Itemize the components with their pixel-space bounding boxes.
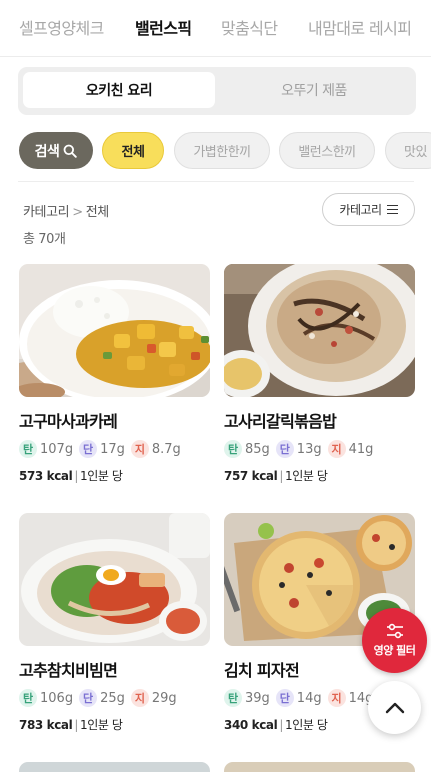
category-button-label: 카테고리 (339, 203, 382, 217)
recipe-title[interactable]: 고사리갈릭볶음밥 (224, 408, 415, 432)
top-tab-bar: 셀프영양체크 밸런스픽 맞춤식단 내맘대로 레시피 (0, 0, 431, 57)
tab-my-recipe[interactable]: 내맘대로 레시피 (308, 15, 412, 39)
calorie-info: 757 kcal | 1인분 당 (224, 469, 328, 483)
search-chip[interactable]: 검색 (19, 132, 93, 169)
segment-okitchen-recipes[interactable]: 오키친 요리 (23, 72, 215, 108)
fat-value: 8.7g (151, 441, 181, 457)
tab-self-nutrition-check[interactable]: 셀프영양체크 (19, 15, 104, 39)
category-button[interactable]: 카테고리 (322, 193, 415, 226)
carb-value: 39g (245, 690, 270, 706)
recipe-image-tuna-noodles[interactable] (19, 513, 210, 646)
menu-icon (386, 205, 398, 214)
protein-value: 17g (100, 441, 125, 457)
recipe-image-peek[interactable] (19, 762, 210, 772)
sliders-icon (386, 623, 403, 639)
recipe-card[interactable]: 고사리갈릭볶음밥 탄 85g 단 13g 지 41g 757 kcal | 1인분 당 (224, 264, 415, 484)
carb-badge: 탄 (224, 689, 242, 707)
carb-value: 106g (40, 690, 74, 706)
total-count: 총 70개 (23, 232, 66, 247)
scroll-top-button[interactable] (368, 681, 421, 734)
fat-badge: 지 (130, 440, 149, 458)
protein-value: 13g (296, 441, 322, 457)
recipe-card[interactable]: 고구마사과카레 탄 107g 단 17g 지 8.7g 573 kcal | 1인분 당 (19, 264, 210, 484)
fat-value: 29g (151, 690, 177, 706)
serving-size: 1인분 당 (285, 469, 328, 483)
serving-size: 1인분 당 (285, 718, 328, 732)
search-chip-label: 검색 (34, 143, 60, 160)
recipe-image-peek[interactable] (224, 762, 415, 772)
recipe-card[interactable]: 고추참치비빔면 탄 106g 단 25g 지 29g 783 kcal | 1인분 당 (19, 513, 210, 733)
source-segmented-control: 오키친 요리 오뚜기 제품 (18, 67, 416, 115)
segment-ottogi-products[interactable]: 오뚜기 제품 (218, 72, 410, 108)
carb-value: 85g (245, 441, 270, 457)
nutrition-filter-label: 영양 필터 (373, 644, 416, 657)
breadcrumb-separator: > (72, 205, 83, 220)
calorie-info: 783 kcal | 1인분 당 (19, 718, 123, 732)
carb-badge: 탄 (19, 440, 37, 458)
recipe-image-fried-rice[interactable] (224, 264, 415, 397)
protein-value: 14g (296, 690, 322, 706)
nutrition-info: 탄 107g 단 17g 지 8.7g (19, 440, 210, 458)
chip-light-meal[interactable]: 가볍한한끼 (174, 132, 270, 169)
serving-size: 1인분 당 (80, 469, 123, 483)
breadcrumb-root[interactable]: 카테고리 (23, 205, 70, 220)
fat-badge: 지 (130, 689, 149, 707)
calorie-info: 573 kcal | 1인분 당 (19, 469, 123, 483)
recipe-title[interactable]: 고추참치비빔면 (19, 657, 210, 681)
chevron-up-icon (385, 702, 404, 713)
search-icon (63, 144, 78, 158)
breadcrumb-current: 전체 (85, 205, 110, 220)
serving-size: 1인분 당 (80, 718, 123, 732)
calorie-value: 340 kcal (224, 718, 278, 732)
nutrition-info: 탄 85g 단 13g 지 41g (224, 440, 415, 458)
chip-tasty[interactable]: 맛있 (385, 132, 431, 169)
carb-badge: 탄 (224, 440, 242, 458)
calorie-value: 757 kcal (224, 469, 278, 483)
nutrition-filter-button[interactable]: 영양 필터 (362, 608, 427, 673)
protein-badge: 단 (79, 440, 98, 458)
carb-badge: 탄 (19, 689, 37, 707)
carb-value: 107g (40, 441, 74, 457)
recipe-title[interactable]: 고구마사과카레 (19, 408, 210, 432)
filter-chip-row: 검색 전체 가볍한한끼 밸런스한끼 맛있 (0, 132, 431, 170)
tab-custom-diet[interactable]: 맞춤식단 (221, 15, 278, 39)
protein-value: 25g (100, 690, 125, 706)
nutrition-info: 탄 106g 단 25g 지 29g (19, 689, 210, 707)
calorie-value: 783 kcal (19, 718, 73, 732)
fat-badge: 지 (327, 440, 346, 458)
fat-value: 41g (348, 441, 374, 457)
protein-badge: 단 (275, 440, 294, 458)
recipe-image-curry[interactable] (19, 264, 210, 397)
tab-balance-pick[interactable]: 밸런스픽 (135, 15, 192, 39)
breadcrumb: 카테고리 > 전체 (23, 201, 109, 220)
protein-badge: 단 (79, 689, 98, 707)
divider (18, 181, 414, 182)
fat-badge: 지 (327, 689, 346, 707)
protein-badge: 단 (275, 689, 294, 707)
chip-all[interactable]: 전체 (102, 132, 164, 169)
calorie-value: 573 kcal (19, 469, 73, 483)
chip-balanced-meal[interactable]: 밸런스한끼 (279, 132, 375, 169)
